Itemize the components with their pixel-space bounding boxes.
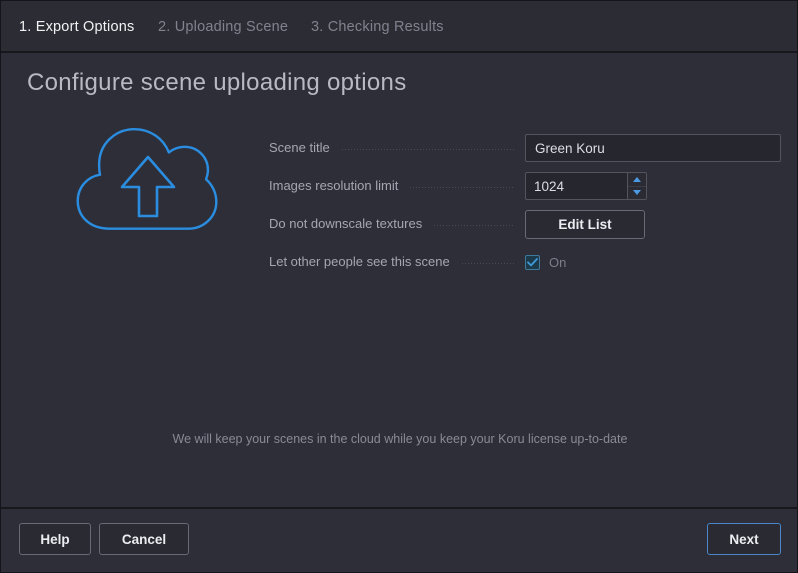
leader-dots — [461, 262, 515, 264]
scene-visibility-state-label: On — [549, 254, 567, 270]
chevron-down-icon — [633, 190, 641, 196]
spinner-buttons — [627, 173, 646, 199]
spinner-increment-button[interactable] — [628, 173, 646, 187]
check-icon — [527, 257, 538, 266]
images-resolution-spinner[interactable] — [525, 172, 647, 200]
page-title: Configure scene uploading options — [27, 69, 407, 96]
form-row-scene-title: Scene title — [269, 129, 781, 167]
scene-title-input[interactable] — [525, 134, 781, 162]
leader-dots — [410, 186, 515, 188]
cloud-upload-icon — [65, 119, 225, 243]
wizard-step-uploading-scene[interactable]: 2. Uploading Scene — [158, 18, 288, 36]
next-button[interactable]: Next — [707, 523, 781, 555]
scene-visibility-checkbox-row[interactable]: On — [525, 254, 567, 270]
form-row-do-not-downscale-textures: Do not downscale textures Edit List — [269, 205, 781, 243]
label-do-not-downscale-textures: Do not downscale textures — [269, 216, 423, 231]
label-scene-title: Scene title — [269, 140, 330, 155]
label-let-other-people-see-this-scene: Let other people see this scene — [269, 254, 450, 269]
control-images-resolution-limit — [525, 172, 781, 200]
upload-wizard-window: 1. Export Options 2. Uploading Scene 3. … — [0, 0, 798, 573]
cancel-button[interactable]: Cancel — [99, 523, 189, 555]
label-images-resolution-limit: Images resolution limit — [269, 178, 399, 193]
edit-list-button[interactable]: Edit List — [525, 209, 645, 239]
control-scene-visibility: On — [525, 254, 781, 270]
license-footnote: We will keep your scenes in the cloud wh… — [172, 432, 628, 446]
leader-dots — [341, 148, 515, 150]
upload-options-form: Scene title Images resolution limit — [269, 129, 781, 281]
wizard-button-bar: Help Cancel Next — [1, 507, 797, 572]
form-row-images-resolution-limit: Images resolution limit — [269, 167, 781, 205]
wizard-step-bar: 1. Export Options 2. Uploading Scene 3. … — [1, 1, 797, 53]
chevron-up-icon — [633, 176, 641, 182]
scene-visibility-checkbox[interactable] — [525, 254, 540, 270]
control-do-not-downscale-textures: Edit List — [525, 209, 781, 239]
wizard-step-export-options[interactable]: 1. Export Options — [19, 18, 134, 36]
form-row-let-other-people-see-this-scene: Let other people see this scene On — [269, 243, 781, 281]
control-scene-title — [525, 134, 781, 162]
help-button[interactable]: Help — [19, 523, 91, 555]
images-resolution-input[interactable] — [526, 173, 627, 199]
wizard-step-checking-results[interactable]: 3. Checking Results — [311, 18, 444, 36]
leader-dots — [434, 224, 515, 226]
spinner-decrement-button[interactable] — [628, 187, 646, 200]
